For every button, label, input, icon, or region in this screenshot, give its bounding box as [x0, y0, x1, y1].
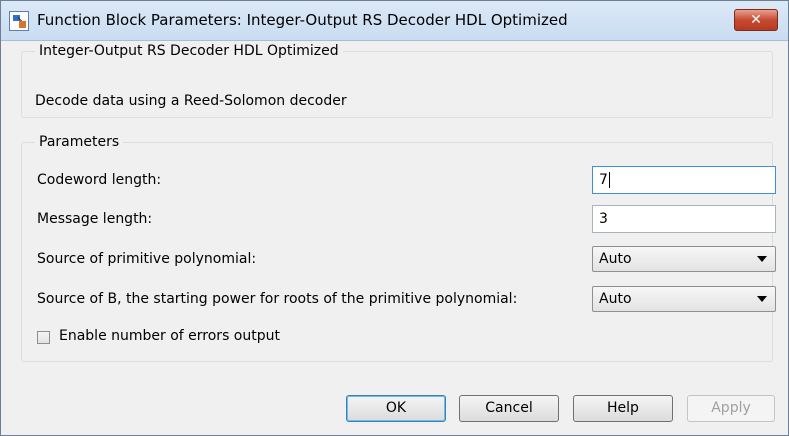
simulink-block-icon [9, 11, 29, 31]
dialog-window: Function Block Parameters: Integer-Outpu… [0, 0, 789, 436]
apply-button: Apply [687, 395, 775, 422]
codeword-length-label: Codeword length: [37, 172, 162, 188]
b-source-label: Source of B, the starting power for root… [37, 291, 518, 307]
block-name: Integer-Output RS Decoder HDL Optimized [35, 43, 343, 59]
close-icon: ✕ [750, 12, 762, 28]
cancel-button[interactable]: Cancel [459, 395, 559, 422]
block-description: Decode data using a Reed-Solomon decoder [35, 93, 347, 109]
codeword-length-field[interactable]: 7 [592, 166, 776, 194]
primitive-polynomial-source-value: Auto [599, 251, 632, 267]
ok-button[interactable]: OK [346, 395, 446, 422]
text-caret [608, 172, 610, 188]
enable-errors-output-label[interactable]: Enable number of errors output [59, 328, 280, 344]
enable-errors-output-checkbox[interactable] [37, 331, 50, 344]
close-button[interactable]: ✕ [734, 9, 778, 31]
dropdown-arrow-icon [757, 296, 767, 302]
help-button[interactable]: Help [573, 395, 673, 422]
message-length-label: Message length: [37, 211, 153, 227]
dropdown-arrow-icon [757, 256, 767, 262]
message-length-value: 3 [599, 211, 608, 227]
block-info-group: Integer-Output RS Decoder HDL Optimized … [21, 43, 773, 118]
primitive-polynomial-source-label: Source of primitive polynomial: [37, 251, 257, 267]
primitive-polynomial-source-select[interactable]: Auto [592, 246, 776, 272]
message-length-field[interactable]: 3 [592, 205, 776, 233]
parameters-legend: Parameters [35, 134, 124, 150]
window-title: Function Block Parameters: Integer-Outpu… [37, 11, 568, 29]
title-bar[interactable]: Function Block Parameters: Integer-Outpu… [1, 1, 788, 41]
b-source-select[interactable]: Auto [592, 286, 776, 312]
b-source-value: Auto [599, 291, 632, 307]
codeword-length-value: 7 [599, 172, 608, 188]
